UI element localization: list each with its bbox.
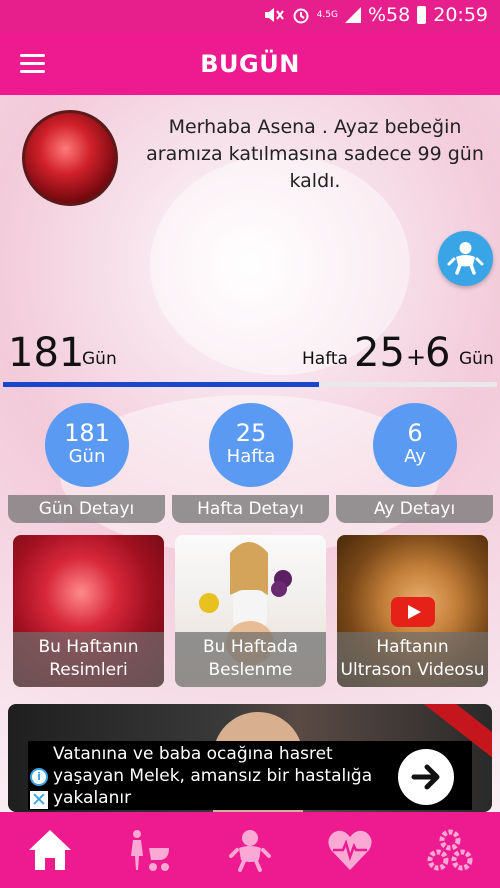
battery-percent: %58: [368, 4, 411, 26]
ultrasound-video-caption: Haftanın Ultrason Videosu: [337, 632, 488, 687]
week-label: Hafta: [302, 349, 348, 369]
status-bar: 4.5G %58 20:59: [0, 0, 500, 33]
stroller-icon: [131, 830, 169, 871]
play-icon: [391, 597, 435, 627]
ultrasound-video-tile[interactable]: Haftanın Ultrason Videosu: [337, 535, 488, 687]
baby-icon: [229, 830, 271, 872]
heartbeat-icon: [328, 830, 372, 870]
alarm-icon: [293, 8, 309, 24]
weeks-count: 25: [354, 330, 405, 376]
arrow-right-icon[interactable]: [398, 749, 454, 805]
extra-days-label: Gün: [459, 349, 494, 369]
nav-home[interactable]: [0, 812, 100, 888]
week-detail-card[interactable]: 25 Hafta Hafta Detayı: [172, 403, 329, 523]
days-label: Gün: [82, 349, 117, 369]
signal-icon: [345, 7, 361, 23]
month-detail-label: Ay Detayı: [336, 495, 493, 523]
close-icon[interactable]: ✕: [30, 791, 48, 810]
month-unit: Ay: [404, 446, 426, 467]
fetus-avatar: [22, 110, 118, 206]
weekly-pictures-caption: Bu Haftanın Resimleri: [13, 632, 164, 687]
week-number: 25: [235, 419, 267, 447]
nav-settings[interactable]: [400, 812, 500, 888]
plus-sign: +: [406, 343, 427, 371]
bottom-nav: [0, 812, 500, 888]
ad-banner[interactable]: i ✕ Vatanına ve baba ocağına hasret yaşa…: [28, 741, 472, 810]
month-number: 6: [407, 419, 423, 447]
home-icon: [29, 830, 71, 870]
day-detail-card[interactable]: 181 Gün Gün Detayı: [8, 403, 165, 523]
baby-button[interactable]: [438, 231, 493, 286]
day-circle: 181 Gün: [45, 403, 129, 487]
greeting-text: Merhaba Asena . Ayaz bebeğin aramıza kat…: [146, 116, 484, 192]
baby-icon: [447, 242, 484, 275]
week-unit: Hafta: [226, 446, 276, 467]
day-detail-label: Gün Detayı: [8, 495, 165, 523]
ad-text: Vatanına ve baba ocağına hasret yaşayan …: [53, 744, 373, 808]
clock: 20:59: [433, 4, 488, 26]
mute-icon: [264, 8, 284, 22]
week-circle: 25 Hafta: [209, 403, 293, 487]
extra-days-count: 6: [425, 330, 451, 376]
week-detail-label: Hafta Detayı: [172, 495, 329, 523]
weekly-pictures-tile[interactable]: Bu Haftanın Resimleri: [13, 535, 164, 687]
nav-stroller[interactable]: [100, 812, 200, 888]
page-title: BUGÜN: [200, 50, 300, 78]
month-detail-card[interactable]: 6 Ay Ay Detayı: [336, 403, 493, 523]
month-circle: 6 Ay: [373, 403, 457, 487]
weekly-nutrition-caption: Bu Haftada Beslenme: [175, 632, 326, 687]
day-number: 181: [64, 419, 110, 447]
app-bar: BUGÜN: [0, 33, 500, 95]
gears-icon: [427, 829, 473, 871]
days-count: 181: [8, 330, 85, 376]
progress-fill: [3, 382, 320, 387]
nav-baby[interactable]: [200, 812, 300, 888]
battery-icon: [417, 6, 427, 24]
day-unit: Gün: [68, 446, 106, 467]
network-type: 4.5G: [316, 9, 338, 20]
weekly-nutrition-tile[interactable]: Bu Haftada Beslenme: [175, 535, 326, 687]
info-icon[interactable]: i: [30, 768, 48, 786]
pregnancy-progress-bar: [3, 382, 497, 387]
nav-heartbeat[interactable]: [300, 812, 400, 888]
